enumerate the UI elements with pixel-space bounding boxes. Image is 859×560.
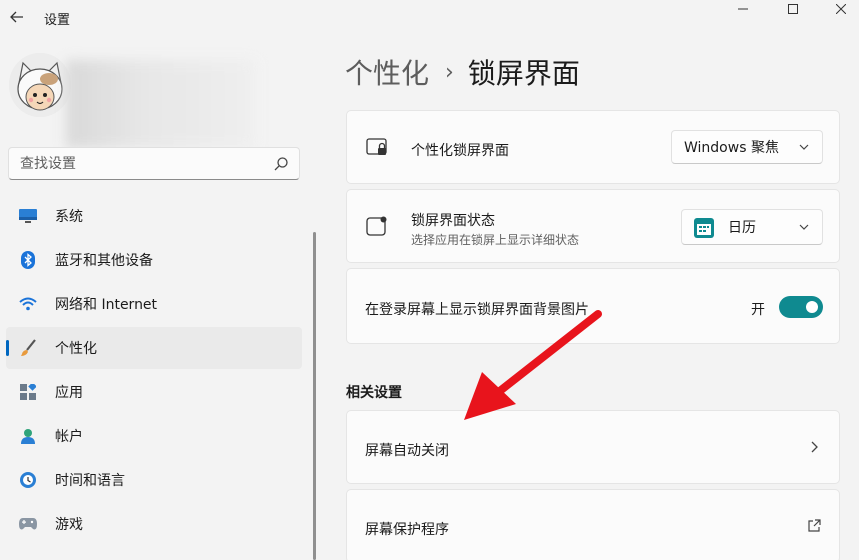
sidebar-item-bluetooth[interactable]: 蓝牙和其他设备 [6, 239, 302, 281]
status-icon [366, 216, 387, 236]
sidebar-nav: 系统 蓝牙和其他设备 网络和 Internet 个性化 应用 帐户 时间和语言 … [6, 195, 302, 547]
title-bar: 设置 [0, 0, 859, 34]
breadcrumb-separator: › [445, 59, 454, 85]
close-icon [836, 4, 846, 14]
sidebar-item-network[interactable]: 网络和 Internet [6, 283, 302, 325]
lock-screen-status-card: 锁屏界面状态 选择应用在锁屏上显示详细状态 日历 [346, 189, 840, 263]
screen-saver-label: 屏幕保护程序 [365, 522, 449, 538]
sidebar-item-label: 游戏 [55, 517, 83, 533]
avatar[interactable] [9, 53, 71, 117]
breadcrumb: 个性化 › 锁屏界面 [345, 52, 580, 92]
back-arrow-icon [10, 11, 23, 23]
calendar-icon [694, 218, 714, 238]
external-link-icon [808, 519, 821, 532]
maximize-button[interactable] [770, 0, 816, 18]
cat-avatar-icon [9, 53, 71, 117]
close-button[interactable] [818, 0, 859, 18]
gamepad-icon [19, 515, 37, 533]
dropdown-selected-value: 日历 [728, 220, 756, 236]
screen-saver-row[interactable]: 屏幕保护程序 [346, 489, 840, 560]
toggle-knob [806, 301, 818, 313]
show-background-title: 在登录屏幕上显示锁屏界面背景图片 [365, 302, 589, 318]
search-input[interactable] [9, 148, 259, 179]
sidebar-scrollbar[interactable] [313, 232, 316, 560]
back-button[interactable] [6, 6, 28, 28]
sidebar-item-label: 蓝牙和其他设备 [55, 253, 153, 269]
sidebar-item-label: 系统 [55, 209, 83, 225]
related-settings-heading: 相关设置 [346, 385, 402, 401]
screen-timeout-row[interactable]: 屏幕自动关闭 [346, 410, 840, 484]
lock-screen-status-title: 锁屏界面状态 [411, 213, 495, 229]
sidebar-item-apps[interactable]: 应用 [6, 371, 302, 413]
show-background-toggle[interactable] [779, 296, 823, 318]
maximize-icon [788, 4, 798, 14]
sidebar-item-label: 应用 [55, 385, 83, 401]
chevron-down-icon [799, 144, 809, 150]
globe-clock-icon [19, 471, 37, 489]
sidebar-item-label: 个性化 [55, 341, 97, 357]
app-title: 设置 [44, 13, 71, 28]
sidebar-item-system[interactable]: 系统 [6, 195, 302, 237]
toggle-state-label: 开 [751, 302, 765, 318]
sidebar-item-label: 帐户 [55, 429, 83, 445]
wifi-icon [19, 295, 37, 313]
sidebar-item-label: 时间和语言 [55, 473, 125, 489]
lock-screen-status-subtitle: 选择应用在锁屏上显示详细状态 [411, 233, 580, 247]
person-icon [19, 427, 37, 445]
sidebar-item-accounts[interactable]: 帐户 [6, 415, 302, 457]
screen-timeout-label: 屏幕自动关闭 [365, 443, 449, 459]
personalize-lock-screen-title: 个性化锁屏界面 [411, 143, 509, 159]
lock-screen-status-dropdown[interactable]: 日历 [681, 209, 823, 245]
sidebar-item-gaming[interactable]: 游戏 [6, 503, 302, 545]
minimize-icon [738, 8, 748, 10]
sidebar-item-personalization[interactable]: 个性化 [6, 327, 302, 369]
brush-icon [19, 339, 37, 357]
sidebar-item-time-language[interactable]: 时间和语言 [6, 459, 302, 501]
lock-screen-background-dropdown[interactable]: Windows 聚焦 [671, 130, 823, 164]
chevron-down-icon [799, 224, 809, 230]
bluetooth-icon [19, 251, 37, 269]
minimize-button[interactable] [720, 0, 766, 18]
lock-screen-icon [366, 138, 387, 155]
search-icon [274, 157, 288, 171]
page-title: 锁屏界面 [467, 57, 580, 90]
personalize-lock-screen-card: 个性化锁屏界面 Windows 聚焦 [346, 110, 840, 184]
breadcrumb-parent[interactable]: 个性化 [345, 52, 429, 92]
show-background-card: 在登录屏幕上显示锁屏界面背景图片 开 [346, 268, 840, 344]
dropdown-selected-value: Windows 聚焦 [684, 140, 779, 156]
apps-icon [19, 383, 37, 401]
search-box[interactable] [8, 147, 300, 180]
sidebar-item-label: 网络和 Internet [55, 297, 158, 313]
chevron-right-icon [811, 441, 818, 453]
account-info-blurred [66, 60, 256, 148]
monitor-icon [19, 207, 37, 225]
